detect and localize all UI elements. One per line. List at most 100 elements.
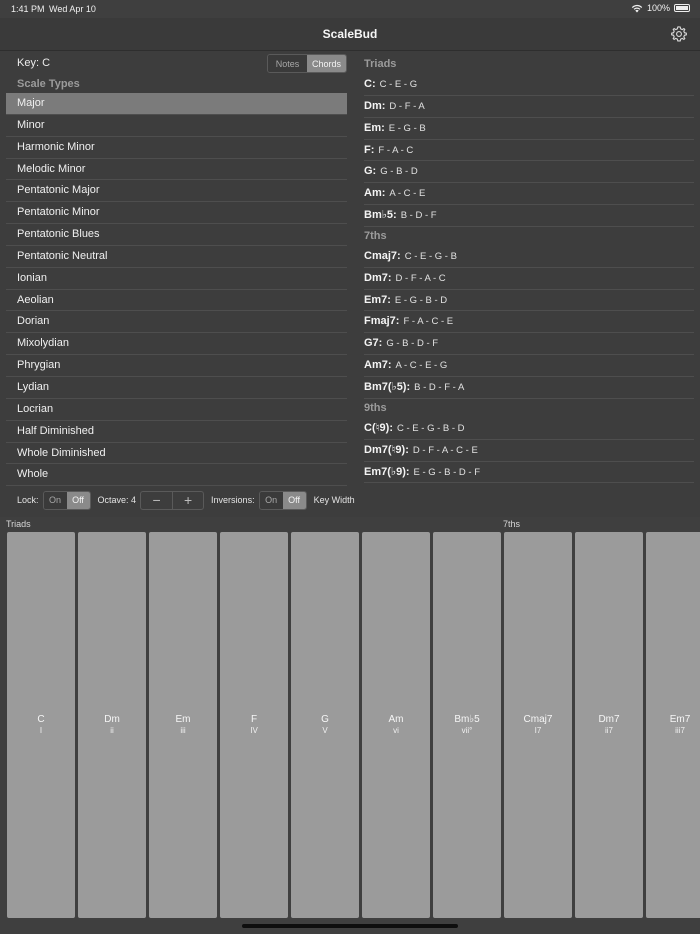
chord-notes: G - B - D - F: [386, 338, 439, 350]
chord-row[interactable]: F: F - A - C: [364, 140, 694, 162]
scale-type-list: Major Minor Harmonic Minor Melodic Minor Pen…: [6, 93, 347, 487]
key-width-label[interactable]: Key Width: [314, 495, 355, 505]
scale-type-item[interactable]: Pentatonic Minor: [6, 202, 347, 225]
chord-row[interactable]: Em: E - G - B: [364, 118, 694, 140]
lock-off-option[interactable]: Off: [66, 491, 90, 509]
lock-on-option[interactable]: On: [43, 491, 67, 509]
chord-row[interactable]: Am: A - C - E: [364, 183, 694, 206]
chord-row[interactable]: Dm7(♮9): D - F - A - C - E: [364, 440, 694, 462]
scale-type-item[interactable]: Dorian: [6, 311, 347, 334]
scale-type-item[interactable]: Major: [6, 93, 347, 115]
chord-name: C(♮9):: [364, 421, 393, 434]
chord-key[interactable]: Dm ii: [78, 532, 146, 918]
keyboard-group-7ths: 7ths: [503, 519, 521, 529]
chord-key-degree: vi: [393, 726, 399, 735]
chord-key[interactable]: Cmaj7 I7: [504, 532, 572, 918]
scale-type-item[interactable]: Locrian: [6, 399, 347, 421]
chord-row[interactable]: Am7: A - C - E - G: [364, 355, 694, 377]
chord-name: Dm:: [364, 99, 386, 112]
chord-name: C:: [364, 78, 376, 90]
inversions-off-option[interactable]: Off: [282, 491, 306, 509]
home-indicator[interactable]: [242, 924, 458, 928]
chord-row[interactable]: C: C - E - G: [364, 74, 694, 96]
scale-type-item[interactable]: Whole Diminished: [6, 443, 347, 465]
octave-increment-button[interactable]: +: [172, 491, 203, 509]
gear-icon[interactable]: [670, 25, 688, 43]
battery-percent: 100%: [646, 3, 670, 13]
chord-name: Dm7(♮9):: [364, 443, 409, 456]
chord-key[interactable]: CI: [7, 532, 75, 918]
chord-row[interactable]: Bm♭5: B - D - F: [364, 205, 694, 227]
chord-section-header: 7ths: [364, 229, 387, 242]
chord-key-name: Dm: [104, 714, 120, 725]
chord-notes: F - A - C: [378, 144, 414, 156]
scale-type-item[interactable]: Whole: [6, 464, 347, 487]
chord-notes: A - C - E - G: [395, 360, 448, 372]
chord-key-degree: IV: [250, 726, 258, 735]
chord-row[interactable]: C(♮9): C - E - G - B - D: [364, 418, 694, 440]
scale-type-item[interactable]: Ionian: [6, 268, 347, 290]
chord-row[interactable]: Dm: D - F - A: [364, 96, 694, 118]
chord-name: Bm7(♭5):: [364, 380, 411, 393]
chord-key[interactable]: Bm♭5 vii°: [433, 532, 501, 918]
scale-types-header: Scale Types: [17, 78, 80, 90]
chord-key[interactable]: Am vi: [362, 532, 430, 918]
inversions-on-option[interactable]: On: [259, 491, 283, 509]
chord-key[interactable]: Em iii: [149, 532, 217, 918]
lock-label: Lock:: [17, 495, 39, 505]
notes-toggle[interactable]: Notes: [268, 55, 307, 72]
octave-decrement-button[interactable]: −: [141, 492, 172, 509]
chord-key[interactable]: GV: [291, 532, 359, 918]
chord-notes: A - C - E: [389, 188, 426, 200]
scale-type-item[interactable]: Melodic Minor: [6, 159, 347, 181]
chord-list: Triads C: C - E - G Dm: D - F - A Em: E - G - …: [364, 55, 694, 484]
scale-type-item[interactable]: Half Diminished: [6, 421, 347, 443]
chord-key[interactable]: F IV: [220, 532, 288, 918]
chord-row[interactable]: Cmaj7: C - E - G - B: [364, 246, 694, 268]
status-time: 1:41 PM: [11, 4, 45, 14]
chord-name: Am7:: [364, 359, 392, 372]
scale-type-item[interactable]: Aeolian: [6, 290, 347, 312]
chord-key-degree: V: [322, 726, 328, 735]
chord-key-name: Em: [175, 714, 191, 725]
chord-key-name: C: [37, 714, 45, 725]
scale-type-item[interactable]: Minor: [6, 115, 347, 137]
chord-key[interactable]: Dm7 ii7: [575, 532, 643, 918]
chord-name: Bm♭5:: [364, 209, 397, 222]
status-date: Wed Apr 10: [49, 4, 96, 14]
scale-type-item[interactable]: Pentatonic Blues: [6, 224, 347, 246]
chord-key-name: Em7: [669, 714, 691, 725]
scale-type-item[interactable]: Harmonic Minor: [6, 137, 347, 159]
chord-row[interactable]: Fmaj7: F - A - C - E: [364, 311, 694, 334]
chord-name: G:: [364, 165, 377, 178]
key-label[interactable]: Key: C: [17, 57, 50, 69]
chord-row[interactable]: Em7(♭9): E - G - B - D - F: [364, 462, 694, 484]
chord-name: Em:: [364, 121, 385, 134]
chord-name: G7:: [364, 337, 383, 350]
chord-name: Em7(♭9):: [364, 465, 410, 478]
scale-type-item[interactable]: Pentatonic Neutral: [6, 246, 347, 268]
view-toggle: Notes Chords: [267, 54, 347, 73]
chord-row[interactable]: Em7: E - G - B - D: [364, 290, 694, 312]
chord-notes: B - D - F - A: [414, 381, 465, 393]
scale-type-item[interactable]: Lydian: [6, 377, 347, 399]
scale-type-item[interactable]: Pentatonic Major: [6, 180, 347, 203]
chord-notes: F - A - C - E: [403, 316, 454, 328]
chord-row[interactable]: Dm7: D - F - A - C: [364, 268, 694, 290]
chord-key-name: Dm7: [598, 714, 620, 725]
chord-keyboard: Triads 7ths C I Dm ii Em iii F IV G V Am vi Bm♭5 vii°…: [0, 517, 700, 934]
controls-bar: Lock: On Off Octave: 4 − + Inversions: O…: [17, 490, 359, 510]
chord-key-name: Cmaj7: [523, 714, 553, 725]
chord-section-header: Triads: [364, 58, 397, 70]
chord-key[interactable]: Em7 iii7: [646, 532, 700, 918]
chord-key-name: Bm♭5: [454, 714, 480, 725]
chord-row[interactable]: G: G - B - D: [364, 161, 694, 184]
chord-key-name: G: [321, 714, 329, 725]
scale-type-item[interactable]: Mixolydian: [6, 333, 347, 356]
chord-row[interactable]: Bm7(♭5): B - D - F - A: [364, 377, 694, 399]
chord-row[interactable]: G7: G - B - D - F: [364, 333, 694, 356]
scale-type-item[interactable]: Phrygian: [6, 355, 347, 377]
chord-name: Cmaj7:: [364, 249, 401, 262]
status-bar: 1:41 PM Wed Apr 10 100%: [0, 0, 700, 18]
chords-toggle[interactable]: Chords: [307, 55, 346, 72]
